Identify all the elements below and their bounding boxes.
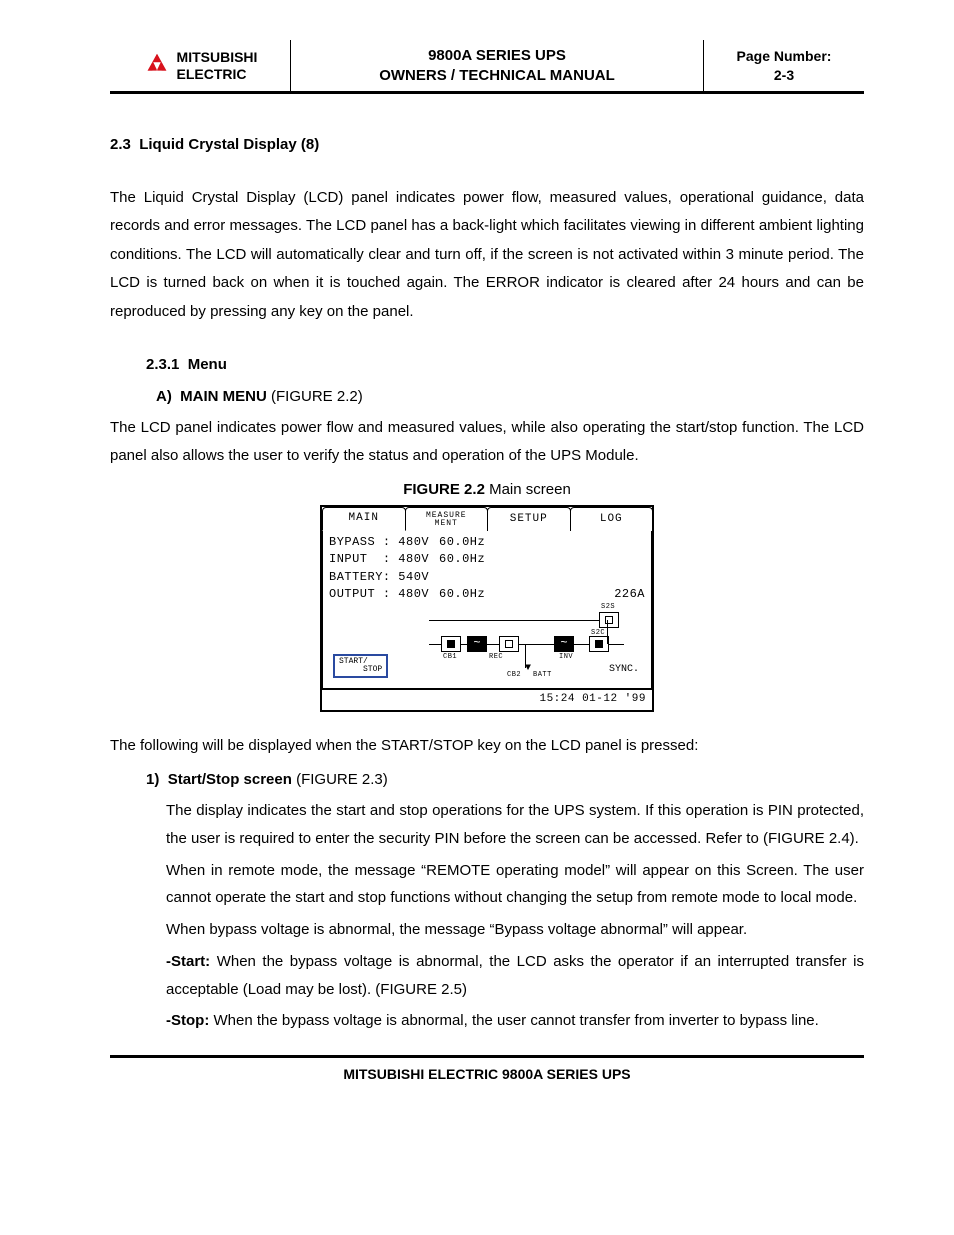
item-1-body: The display indicates the start and stop…	[166, 797, 864, 1035]
page-footer: MITSUBISHI ELECTRIC 9800A SERIES UPS	[110, 1055, 864, 1084]
page-number-label: Page Number:	[737, 47, 832, 65]
mitsubishi-logo-icon	[143, 52, 171, 80]
brand-bot: ELECTRIC	[177, 66, 258, 83]
brand-cell: MITSUBISHI ELECTRIC	[110, 40, 291, 91]
lcd-tab-setup[interactable]: SETUP	[487, 507, 571, 531]
page-number: 2-3	[737, 66, 832, 84]
lcd-start-stop-button[interactable]: START/ STOP	[333, 654, 388, 678]
lcd-sync-label: SYNC.	[609, 663, 639, 678]
section-heading: 2.3 Liquid Crystal Display (8)	[110, 134, 864, 156]
item-a-paragraph: The LCD panel indicates power flow and m…	[110, 414, 864, 470]
lcd-tab-log[interactable]: LOG	[570, 507, 654, 531]
lcd-row-output: OUTPUT : 480V60.0Hz226A	[329, 586, 645, 603]
lcd-row-battery: BATTERY: 540V	[329, 569, 645, 586]
lcd-row-input: INPUT : 480V60.0Hz	[329, 551, 645, 568]
lcd-row-bypass: BYPASS : 480V60.0Hz	[329, 534, 645, 551]
doc-title-1: 9800A SERIES UPS	[379, 46, 615, 66]
lcd-screenshot: MAIN MEASUREMENT SETUP LOG BYPASS : 480V…	[320, 505, 654, 712]
page-number-cell: Page Number: 2-3	[704, 40, 864, 91]
brand-top: MITSUBISHI	[177, 49, 258, 66]
lcd-tab-main[interactable]: MAIN	[322, 507, 406, 531]
page-header: MITSUBISHI ELECTRIC 9800A SERIES UPS OWN…	[110, 40, 864, 94]
lcd-power-diagram: S2S CB1 ~ REC ~ INV S2C CB2 BATT ▼ START…	[329, 614, 645, 684]
lcd-tab-measurement[interactable]: MEASUREMENT	[405, 507, 489, 531]
figure-caption: FIGURE 2.2 Main screen	[110, 479, 864, 501]
lcd-timestamp: 15:24 01-12 '99	[322, 689, 652, 710]
doc-title-cell: 9800A SERIES UPS OWNERS / TECHNICAL MANU…	[291, 40, 704, 91]
section-paragraph: The Liquid Crystal Display (LCD) panel i…	[110, 184, 864, 327]
item-a-heading: A) MAIN MENU (FIGURE 2.2)	[156, 386, 864, 408]
doc-title-2: OWNERS / TECHNICAL MANUAL	[379, 66, 615, 86]
item-1-heading: 1) Start/Stop screen (FIGURE 2.3)	[146, 769, 864, 791]
after-figure-paragraph: The following will be displayed when the…	[110, 732, 864, 760]
subsection-heading: 2.3.1 Menu	[146, 354, 864, 376]
